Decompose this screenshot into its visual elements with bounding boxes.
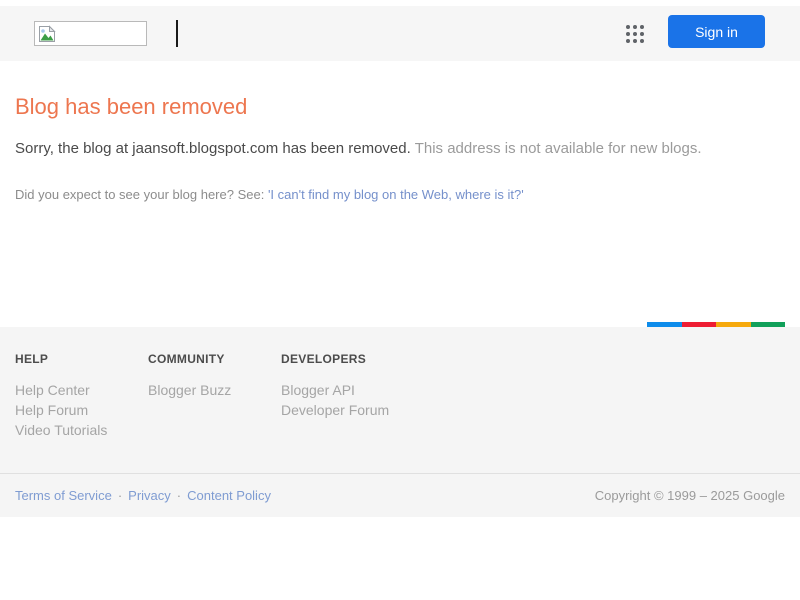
sign-in-button[interactable]: Sign in bbox=[668, 15, 765, 48]
text-cursor-icon bbox=[176, 20, 178, 47]
removed-message: Sorry, the blog at jaansoft.blogspot.com… bbox=[15, 139, 785, 159]
copyright-text: Copyright © 1999 – 2025 Google bbox=[594, 488, 785, 503]
footer-column-developers: DEVELOPERS Blogger API Developer Forum bbox=[281, 352, 414, 440]
top-header-bar: Sign in bbox=[0, 6, 800, 61]
footer-link-help-forum[interactable]: Help Forum bbox=[15, 400, 148, 420]
removed-message-rest: This address is not available for new bl… bbox=[410, 140, 702, 157]
legal-separator: · bbox=[176, 488, 182, 503]
footer-link-blogger-buzz[interactable]: Blogger Buzz bbox=[148, 380, 281, 400]
expect-blog-text: Did you expect to see your blog here? Se… bbox=[15, 187, 268, 202]
expect-blog-line: Did you expect to see your blog here? Se… bbox=[15, 186, 785, 204]
footer-legal-bar: Terms of Service · Privacy · Content Pol… bbox=[0, 473, 800, 517]
blogger-logo-placeholder[interactable] bbox=[34, 21, 147, 46]
legal-separator: · bbox=[117, 488, 123, 503]
footer-heading-help: HELP bbox=[15, 352, 49, 366]
footer-link-developer-forum[interactable]: Developer Forum bbox=[281, 400, 414, 420]
content-policy-link[interactable]: Content Policy bbox=[187, 488, 271, 503]
footer-column-community: COMMUNITY Blogger Buzz bbox=[148, 352, 281, 440]
google-apps-grid-icon[interactable] bbox=[623, 22, 647, 46]
footer-columns: HELP Help Center Help Forum Video Tutori… bbox=[0, 327, 800, 440]
footer-heading-community: COMMUNITY bbox=[148, 352, 225, 366]
footer-link-help-center[interactable]: Help Center bbox=[15, 380, 148, 400]
footer: HELP Help Center Help Forum Video Tutori… bbox=[0, 327, 800, 517]
removed-message-strong: Sorry, the blog at jaansoft.blogspot.com… bbox=[15, 140, 411, 157]
blog-removed-page: { "header": { "sign_in_label": "Sign in"… bbox=[0, 0, 800, 600]
page-title: Blog has been removed bbox=[15, 94, 248, 119]
footer-column-help: HELP Help Center Help Forum Video Tutori… bbox=[15, 352, 148, 440]
privacy-link[interactable]: Privacy bbox=[128, 488, 171, 503]
find-blog-help-link[interactable]: 'I can't find my blog on the Web, where … bbox=[268, 187, 524, 202]
legal-links: Terms of Service · Privacy · Content Pol… bbox=[15, 488, 271, 503]
broken-image-icon bbox=[39, 25, 56, 42]
terms-of-service-link[interactable]: Terms of Service bbox=[15, 488, 112, 503]
footer-link-video-tutorials[interactable]: Video Tutorials bbox=[15, 420, 148, 440]
main-content: Blog has been removed Sorry, the blog at… bbox=[0, 61, 800, 327]
footer-link-blogger-api[interactable]: Blogger API bbox=[281, 380, 414, 400]
footer-heading-developers: DEVELOPERS bbox=[281, 352, 367, 366]
